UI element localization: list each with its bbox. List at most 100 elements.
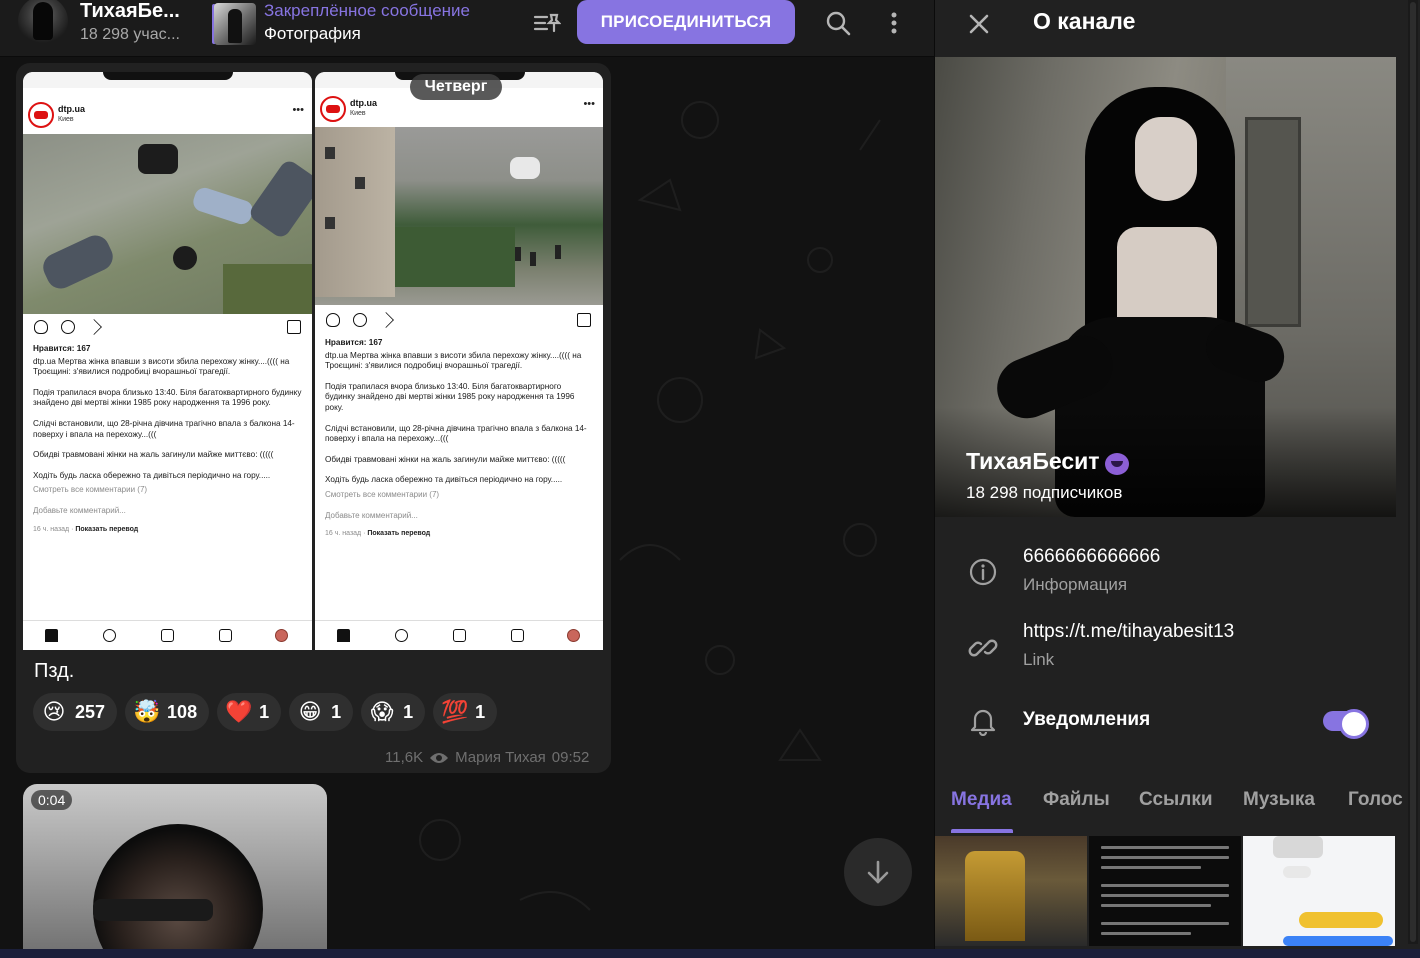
- info-row-description[interactable]: 6666666666666 Информация: [935, 540, 1420, 600]
- bell-icon: [967, 705, 999, 737]
- ig-paragraph: Обидві травмовані жінки на жаль загинули…: [33, 450, 274, 460]
- info-value: 6666666666666: [1023, 546, 1161, 567]
- ig-paragraph: Обидві травмовані жінки на жаль загинули…: [325, 454, 566, 464]
- ig-more-icon: •••: [292, 104, 304, 116]
- ig-likes: Нравится: 167: [33, 344, 91, 353]
- more-icon: [891, 12, 897, 34]
- join-button[interactable]: ПРИСОЕДИНИТЬСЯ: [577, 0, 795, 44]
- channel-avatar[interactable]: [18, 0, 68, 46]
- panel-title: О канале: [1033, 8, 1136, 34]
- reaction-heart[interactable]: ❤️ 1: [217, 693, 282, 731]
- reaction-hundred[interactable]: 💯 1: [433, 693, 498, 731]
- tab-media[interactable]: Медиа: [951, 789, 1012, 811]
- ig-paragraph: Ходіть будь ласка обережно та дивіться п…: [325, 475, 563, 485]
- reaction-count: 1: [475, 701, 486, 722]
- panel-header: О канале: [935, 0, 1420, 57]
- member-count: 18 298 учас...: [80, 26, 180, 43]
- ig-paragraph: dtp.ua Мертва жінка впавши з висоти збил…: [33, 356, 290, 377]
- grin-emoji-icon: 😁: [298, 699, 322, 724]
- post-photo-right[interactable]: dtp.ua Киев ••• Нравится: 167 dtp.ua Мер…: [315, 72, 603, 650]
- ig-translate: Показать перевод: [367, 530, 431, 538]
- notifications-label: Уведомления: [1023, 709, 1151, 730]
- video-message[interactable]: 0:04: [23, 784, 327, 958]
- pinned-thumbnail[interactable]: [214, 3, 256, 45]
- crying-emoji-icon: 😢: [42, 699, 66, 724]
- chat-area: ТихаяБе... 18 298 учас... Закреплённое с…: [0, 0, 934, 958]
- video-preview: [93, 824, 263, 958]
- ig-likes: Нравится: 167: [325, 338, 383, 347]
- ig-time-row: 16 ч. назад · Показать перевод: [33, 525, 139, 533]
- eye-icon: [430, 752, 449, 763]
- ig-comments-link: Смотреть все комментарии (7): [33, 485, 148, 495]
- ig-time: 16 ч. назад: [33, 525, 70, 533]
- media-grid: [935, 836, 1397, 958]
- reaction-grin[interactable]: 😁 1: [289, 693, 354, 731]
- tab-music[interactable]: Музыка: [1243, 789, 1315, 811]
- info-icon: [967, 556, 999, 588]
- ig-location: Киев: [58, 116, 74, 123]
- reaction-scream[interactable]: 😱 1: [361, 693, 426, 731]
- ig-paragraph: Ходіть будь ласка обережно та дивіться п…: [33, 470, 271, 480]
- post-author: Мария Тихая: [455, 749, 546, 766]
- reaction-count: 1: [403, 701, 414, 722]
- pinned-list-button[interactable]: [530, 6, 564, 40]
- reaction-count: 1: [331, 701, 342, 722]
- ig-paragraph: dtp.ua Мертва жінка впавши з висоти збил…: [325, 350, 582, 371]
- channel-name: ТихаяБесит: [966, 448, 1132, 475]
- chat-header: ТихаяБе... 18 298 учас... Закреплённое с…: [0, 0, 934, 57]
- media-thumbnail[interactable]: [1089, 836, 1241, 946]
- ig-bottom-nav: [315, 620, 603, 650]
- media-tabs: Медиа Файлы Ссылки Музыка Голос: [935, 775, 1420, 835]
- ig-time-row: 16 ч. назад · Показать перевод: [325, 530, 431, 538]
- pinned-text[interactable]: Фотография: [264, 24, 361, 44]
- reaction-count: 257: [75, 701, 106, 722]
- media-thumbnail[interactable]: [935, 836, 1087, 946]
- mind-blown-emoji-icon: 🤯: [133, 699, 161, 724]
- devil-emoji-icon: [1102, 449, 1132, 475]
- notifications-toggle[interactable]: [1323, 709, 1369, 739]
- tab-voice[interactable]: Голос: [1348, 789, 1403, 811]
- panel-scroll-thumb[interactable]: [1410, 2, 1416, 942]
- phone-gap: [315, 608, 603, 620]
- ig-more-icon: •••: [583, 98, 595, 110]
- desktop-strip: [0, 949, 1420, 958]
- reaction-mind-blown[interactable]: 🤯 108: [125, 693, 210, 731]
- aerial-photo: [315, 127, 603, 305]
- tab-links[interactable]: Ссылки: [1139, 789, 1213, 811]
- post-photo-left[interactable]: dtp.ua Киев ••• Нравится: 167 dtp.ua Мер…: [23, 72, 312, 650]
- scream-emoji-icon: 😱: [370, 699, 394, 724]
- pin-list-icon: [533, 13, 561, 33]
- channel-info-panel: О канале ТихаяБесит 18 298 подписчиков 6…: [934, 0, 1420, 958]
- ig-time: 16 ч. назад: [325, 530, 362, 538]
- info-row-link[interactable]: https://t.me/tihayabesit13 Link: [935, 615, 1420, 675]
- ig-add-comment: Добавьте комментарий...: [325, 510, 418, 520]
- reaction-crying[interactable]: 😢 257: [33, 693, 118, 731]
- message-meta: 11,6K Мария Тихая 09:52: [385, 749, 589, 766]
- ig-caption: Нравится: 167 dtp.ua Мертва жінка впавши…: [33, 344, 302, 535]
- search-button[interactable]: [820, 5, 856, 41]
- ig-paragraph: Подія трапилася вчора близько 13:40. Біл…: [325, 381, 575, 412]
- ig-translate: Показать перевод: [75, 525, 139, 533]
- close-panel-button[interactable]: [961, 6, 997, 42]
- post-time: 09:52: [551, 749, 590, 766]
- hundred-emoji-icon: 💯: [441, 699, 469, 724]
- tab-files[interactable]: Файлы: [1043, 789, 1110, 811]
- search-icon: [826, 11, 851, 36]
- link-label: Link: [1023, 650, 1055, 669]
- ig-action-bar: [23, 318, 312, 340]
- post-caption: Пзд.: [34, 660, 75, 682]
- ig-location: Киев: [350, 110, 366, 117]
- more-button[interactable]: [876, 5, 912, 41]
- reaction-count: 108: [167, 701, 198, 722]
- active-tab-indicator: [951, 829, 1013, 833]
- media-thumbnail[interactable]: [1243, 836, 1395, 946]
- pinned-title[interactable]: Закреплённое сообщение: [264, 1, 470, 21]
- ig-paragraph: Слідчі встановили, що 28-річна дівчина т…: [33, 418, 295, 439]
- aerial-photo: [23, 134, 312, 314]
- link-value: https://t.me/tihayabesit13: [1023, 621, 1235, 642]
- scroll-to-bottom-button[interactable]: [844, 838, 912, 906]
- subscriber-count: 18 298 подписчиков: [966, 483, 1123, 502]
- date-separator: Четверг: [410, 74, 502, 100]
- ig-action-bar: [315, 311, 603, 333]
- channel-title[interactable]: ТихаяБе...: [80, 0, 180, 23]
